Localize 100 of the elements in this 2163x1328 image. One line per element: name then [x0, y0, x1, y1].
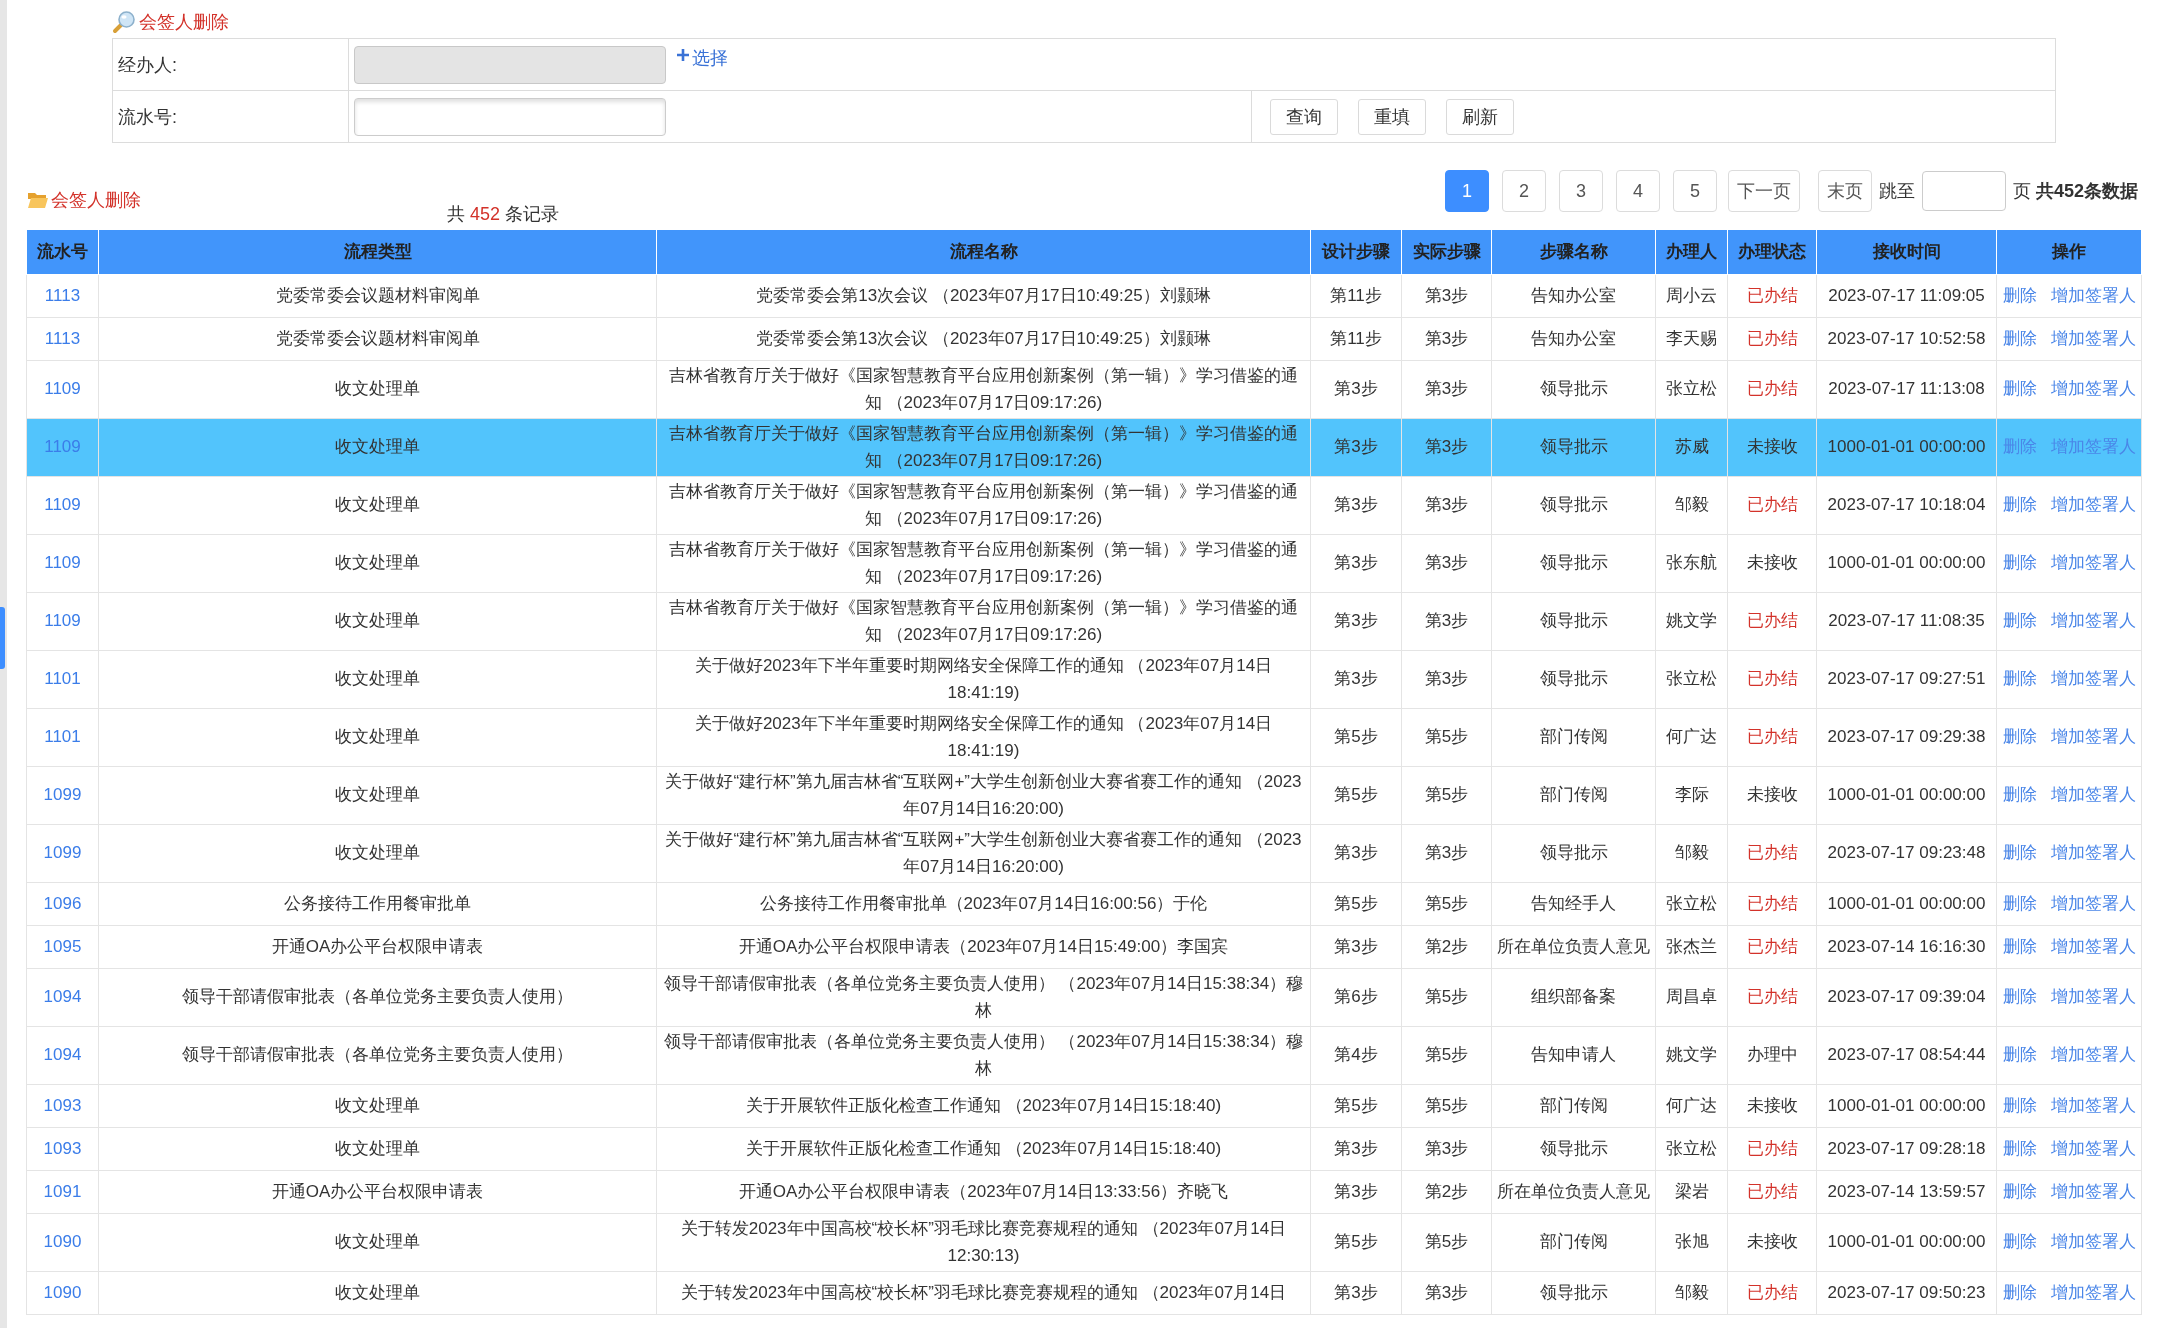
- column-header: 步骤名称: [1491, 230, 1656, 274]
- serial-number-link[interactable]: 1101: [44, 727, 81, 747]
- add-signer-link[interactable]: 增加签署人: [2050, 1045, 2136, 1065]
- step-name-cell: 组织部备案: [1491, 968, 1656, 1026]
- handler-cell: 邹毅: [1655, 824, 1728, 882]
- add-signer-link[interactable]: 增加签署人: [2050, 1138, 2136, 1158]
- add-signer-link[interactable]: 增加签署人: [2050, 1232, 2136, 1252]
- serial-number-link[interactable]: 1109: [44, 553, 81, 573]
- sidebar-toggle-handle[interactable]: [0, 607, 5, 669]
- add-signer-link[interactable]: 增加签署人: [2050, 285, 2136, 305]
- delete-link[interactable]: 删除: [2002, 669, 2037, 689]
- add-signer-link[interactable]: 增加签署人: [2050, 1282, 2136, 1302]
- table-row[interactable]: 1109 收文处理单 吉林省教育厅关于做好《国家智慧教育平台应用创新案例（第一辑）》学习借鉴的通知 （2023年07月17日09:17:26) 第3步 第3步 领导批示 张东航 未接收 1000-01-01 00:00:00 删除 增加签署人: [26, 534, 2142, 592]
- step-name-cell: 领导批示: [1491, 650, 1656, 708]
- delete-link[interactable]: 删除: [2002, 285, 2037, 305]
- section-title: 会签人删除: [51, 189, 141, 212]
- add-signer-link[interactable]: 增加签署人: [2050, 785, 2136, 805]
- handler-cell: 邹毅: [1655, 476, 1728, 534]
- serial-number-link[interactable]: 1099: [43, 785, 82, 805]
- serial-number-link[interactable]: 1109: [44, 611, 81, 631]
- table-row[interactable]: 1091 开通OA办公平台权限申请表 开通OA办公平台权限申请表（2023年07月14日13:33:56）齐晓飞 第3步 第2步 所在单位负责人意见 梁岩 已办结 2023-07-14 13:59:57 删除 增加签署人: [26, 1170, 2142, 1213]
- delete-link[interactable]: 删除: [2002, 1138, 2037, 1158]
- next-page-button[interactable]: 下一页: [1727, 170, 1800, 212]
- add-signer-link[interactable]: 增加签署人: [2050, 611, 2136, 631]
- delete-link[interactable]: 删除: [2002, 1181, 2037, 1201]
- process-type-cell: 开通OA办公平台权限申请表: [98, 925, 657, 968]
- table-row[interactable]: 1101 收文处理单 关于做好2023年下半年重要时期网络安全保障工作的通知 （2023年07月14日18:41:19) 第5步 第5步 部门传阅 何广达 已办结 2023-07-17 09:29:38 删除 增加签署人: [26, 708, 2142, 766]
- serial-number-link[interactable]: 1109: [44, 379, 81, 399]
- add-signer-link[interactable]: 增加签署人: [2050, 328, 2136, 348]
- table-row[interactable]: 1093 收文处理单 关于开展软件正版化检查工作通知 （2023年07月14日15:18:40) 第5步 第5步 部门传阅 何广达 未接收 1000-01-01 00:00:00 删除 增加签署人: [26, 1084, 2142, 1127]
- delete-link[interactable]: 删除: [2002, 1095, 2037, 1115]
- table-row[interactable]: 1113 党委常委会议题材料审阅单 党委常委会第13次会议 （2023年07月17日10:49:25）刘颢琳 第11步 第3步 告知办公室 李天赐 已办结 2023-07-17 10:52:58 删除 增加签署人: [26, 317, 2142, 360]
- actual-step-cell: 第5步: [1401, 1084, 1492, 1127]
- serial-number-link[interactable]: 1099: [43, 843, 82, 863]
- delete-link[interactable]: 删除: [2002, 611, 2037, 631]
- table-row[interactable]: 1109 收文处理单 吉林省教育厅关于做好《国家智慧教育平台应用创新案例（第一辑）》学习借鉴的通知 （2023年07月17日09:17:26) 第3步 第3步 领导批示 姚文学 已办结 2023-07-17 11:08:35 删除 增加签署人: [26, 592, 2142, 650]
- process-type-cell: 收文处理单: [98, 824, 657, 882]
- page-button[interactable]: 2: [1501, 170, 1546, 212]
- page-jump-field[interactable]: [1921, 171, 2006, 211]
- process-type-cell: 收文处理单: [98, 1084, 657, 1127]
- page-button[interactable]: 4: [1615, 170, 1660, 212]
- table-row[interactable]: 1101 收文处理单 关于做好2023年下半年重要时期网络安全保障工作的通知 （2023年07月14日18:41:19) 第3步 第3步 领导批示 张立松 已办结 2023-07-17 09:27:51 删除 增加签署人: [26, 650, 2142, 708]
- page-button[interactable]: 5: [1672, 170, 1717, 212]
- serial-number-link[interactable]: 1109: [44, 495, 81, 515]
- delete-link[interactable]: 删除: [2002, 1282, 2037, 1302]
- delete-link[interactable]: 删除: [2002, 495, 2037, 515]
- table-row[interactable]: 1113 党委常委会议题材料审阅单 党委常委会第13次会议 （2023年07月17日10:49:25）刘颢琳 第11步 第3步 告知办公室 周小云 已办结 2023-07-17 11:09:05 删除 增加签署人: [26, 274, 2142, 317]
- add-signer-link[interactable]: 增加签署人: [2050, 553, 2136, 573]
- delete-link[interactable]: 删除: [2002, 727, 2037, 747]
- status-cell: 已办结: [1727, 824, 1817, 882]
- design-step-cell: 第3步: [1310, 1127, 1402, 1170]
- delete-link[interactable]: 删除: [2002, 987, 2037, 1007]
- add-signer-link[interactable]: 增加签署人: [2050, 669, 2136, 689]
- page-button[interactable]: 3: [1558, 170, 1603, 212]
- table-row[interactable]: 1090 收文处理单 关于转发2023年中国高校“校长杯”羽毛球比赛竞赛规程的通知 （2023年07月14日 第3步 第3步 领导批示 邹毅 已办结 2023-07-17 09:50:23 删除 增加签署人: [26, 1271, 2142, 1314]
- folder-icon: [27, 191, 49, 209]
- actual-step-cell: 第3步: [1401, 592, 1492, 650]
- delete-link[interactable]: 删除: [2002, 893, 2037, 913]
- design-step-cell: 第6步: [1310, 968, 1402, 1026]
- add-signer-link[interactable]: 增加签署人: [2050, 727, 2136, 747]
- delete-link[interactable]: 删除: [2002, 936, 2037, 956]
- add-signer-link[interactable]: 增加签署人: [2050, 893, 2136, 913]
- step-name-cell: 部门传阅: [1491, 1084, 1656, 1127]
- serial-number-link[interactable]: 1094: [43, 987, 82, 1007]
- add-signer-link[interactable]: 增加签署人: [2050, 1181, 2136, 1201]
- delete-link[interactable]: 删除: [2002, 328, 2037, 348]
- delete-link[interactable]: 删除: [2002, 553, 2037, 573]
- add-signer-link[interactable]: 增加签署人: [2050, 379, 2136, 399]
- table-row[interactable]: 1095 开通OA办公平台权限申请表 开通OA办公平台权限申请表（2023年07月14日15:49:00）李国宾 第3步 第2步 所在单位负责人意见 张杰兰 已办结 2023-07-14 16:16:30 删除 增加签署人: [26, 925, 2142, 968]
- form-button[interactable]: 重填: [1358, 98, 1426, 135]
- delete-link[interactable]: 删除: [2002, 785, 2037, 805]
- delete-link[interactable]: 删除: [2002, 1045, 2037, 1065]
- form-button[interactable]: 刷新: [1446, 98, 1514, 135]
- delete-link[interactable]: 删除: [2002, 843, 2037, 863]
- add-signer-link[interactable]: 增加签署人: [2050, 1095, 2136, 1115]
- delete-link[interactable]: 删除: [2002, 1232, 2037, 1252]
- text-field[interactable]: [354, 97, 666, 136]
- add-signer-link[interactable]: 增加签署人: [2050, 987, 2136, 1007]
- add-signer-link[interactable]: 增加签署人: [2050, 495, 2136, 515]
- last-page-button[interactable]: 末页: [1817, 170, 1872, 212]
- select-link[interactable]: 选择: [676, 46, 728, 70]
- table-row[interactable]: 1096 公务接待工作用餐审批单 公务接待工作用餐审批单（2023年07月14日16:00:56）于伦 第5步 第5步 告知经手人 张立松 已办结 1000-01-01 00:00:00 删除 增加签署人: [26, 882, 2142, 925]
- serial-number-link[interactable]: 1094: [43, 1045, 82, 1065]
- table-row[interactable]: 1093 收文处理单 关于开展软件正版化检查工作通知 （2023年07月14日15:18:40) 第3步 第3步 领导批示 张立松 已办结 2023-07-17 09:28:18 删除 增加签署人: [26, 1127, 2142, 1170]
- page-button[interactable]: 1: [1444, 170, 1489, 212]
- add-signer-link[interactable]: 增加签署人: [2050, 936, 2136, 956]
- serial-number-link[interactable]: 1090: [43, 1232, 82, 1252]
- serial-number-link[interactable]: 1109: [44, 437, 81, 457]
- table-row[interactable]: 1099 收文处理单 关于做好“建行杯”第九届吉林省“互联网+”大学生创新创业大赛省赛工作的通知 （2023年07月14日16:20:00) 第5步 第5步 部门传阅 李际 未接收 1000-01-01 00:00:00 删除 增加签署人: [26, 766, 2142, 824]
- add-signer-link[interactable]: 增加签署人: [2050, 843, 2136, 863]
- table-row[interactable]: 1109 收文处理单 吉林省教育厅关于做好《国家智慧教育平台应用创新案例（第一辑）》学习借鉴的通知 （2023年07月17日09:17:26) 第3步 第3步 领导批示 苏威 未接收 1000-01-01 00:00:00 删除 增加签署人: [26, 418, 2142, 476]
- delete-link[interactable]: 删除: [2002, 379, 2037, 399]
- form-button[interactable]: 查询: [1270, 98, 1338, 135]
- serial-number-link[interactable]: 1101: [44, 669, 81, 689]
- table-row[interactable]: 1109 收文处理单 吉林省教育厅关于做好《国家智慧教育平台应用创新案例（第一辑）》学习借鉴的通知 （2023年07月17日09:17:26) 第3步 第3步 领导批示 张立松 已办结 2023-07-17 11:13:08 删除 增加签署人: [26, 360, 2142, 418]
- table-row[interactable]: 1094 领导干部请假审批表（各单位党务主要负责人使用） 领导干部请假审批表（各单位党务主要负责人使用） （2023年07月14日15:38:34）穆林 第6步 第5步 组织部备案 周昌卓 已办结 2023-07-17 09:39:04 删除 增加签署人: [26, 968, 2142, 1026]
- table-row[interactable]: 1094 领导干部请假审批表（各单位党务主要负责人使用） 领导干部请假审批表（各单位党务主要负责人使用） （2023年07月14日15:38:34）穆林 第4步 第5步 告知申请人 姚文学 办理中 2023-07-17 08:54:44 删除 增加签署人: [26, 1026, 2142, 1084]
- table-row[interactable]: 1109 收文处理单 吉林省教育厅关于做好《国家智慧教育平台应用创新案例（第一辑）》学习借鉴的通知 （2023年07月17日09:17:26) 第3步 第3步 领导批示 邹毅 已办结 2023-07-17 10:18:04 删除 增加签署人: [26, 476, 2142, 534]
- table-row[interactable]: 1090 收文处理单 关于转发2023年中国高校“校长杯”羽毛球比赛竞赛规程的通知 （2023年07月14日12:30:13) 第5步 第5步 部门传阅 张旭 未接收 1000-01-01 00:00:00 删除 增加签署人: [26, 1213, 2142, 1271]
- table-row[interactable]: 1099 收文处理单 关于做好“建行杯”第九届吉林省“互联网+”大学生创新创业大赛省赛工作的通知 （2023年07月14日16:20:00) 第3步 第3步 领导批示 邹毅 已办结 2023-07-17 09:23:48 删除 增加签署人: [26, 824, 2142, 882]
